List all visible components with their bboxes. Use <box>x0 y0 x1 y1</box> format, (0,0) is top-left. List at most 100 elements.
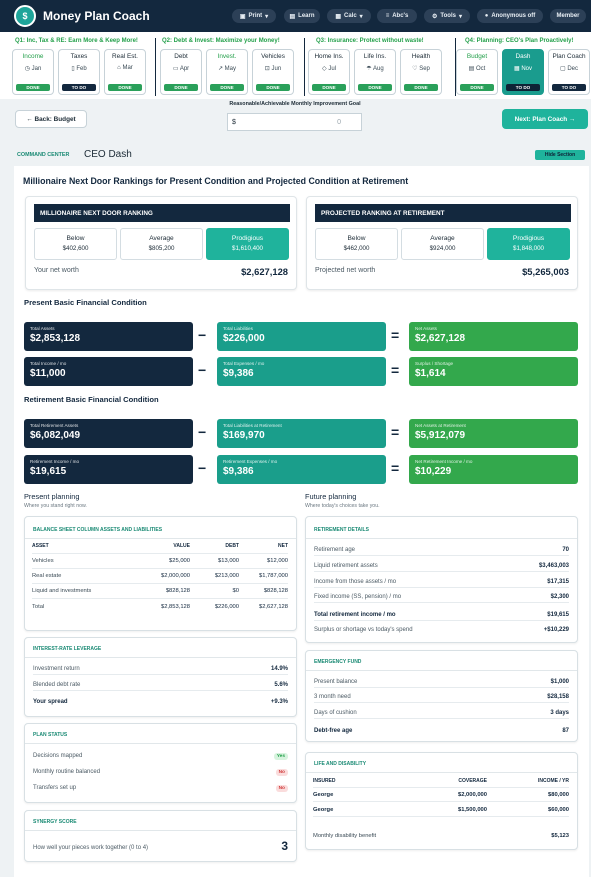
retirement-net-assets-box: Net Assets at Retirement $5,912,079 <box>409 419 578 448</box>
future-planning-title: Future planning <box>305 492 357 501</box>
table-row: George $1,500,000 $60,000 <box>313 803 569 817</box>
net-retirement-income-box: Net Retirement Income / mo $10,229 <box>409 455 578 484</box>
calc-menu-button[interactable]: ▦ Calc ▾ <box>327 9 371 23</box>
car-icon: ⊡ <box>264 66 270 72</box>
month-tile-health[interactable]: Health ♡ Sep DONE <box>400 49 442 95</box>
retirement-expenses-box: Retirement Expenses / mo $9,386 <box>217 455 386 484</box>
status-badge: TO DO <box>62 84 96 91</box>
total-income-box: Total Income / mo $11,000 <box>24 357 193 386</box>
learn-button[interactable]: ▤ Learn <box>284 9 320 23</box>
equals-operator: = <box>391 460 400 476</box>
retirement-income-box: Retirement Income / mo $19,615 <box>24 455 193 484</box>
anonymous-toggle[interactable]: ● Anonymous off <box>477 9 543 23</box>
house-icon: ⌂ <box>117 65 121 71</box>
minus-operator: − <box>198 424 207 440</box>
status-badge: DONE <box>256 84 290 91</box>
month-tile-vehicles[interactable]: Vehicles ⊡ Jun DONE <box>252 49 294 95</box>
leverage-card: INTEREST-RATE LEVERAGE Investment return… <box>24 637 297 717</box>
month-tile-real-estate[interactable]: Real Est. ⌂ Mar DONE <box>104 49 146 95</box>
total-expenses-box: Total Expenses / mo $9,386 <box>217 357 386 386</box>
month-tile-budget[interactable]: Budget ▤ Oct DONE <box>456 49 498 95</box>
rank-below: Below $462,000 <box>315 228 398 260</box>
improvement-goal-input[interactable]: $0 <box>227 113 362 131</box>
list-icon: ≡ <box>385 13 390 19</box>
print-menu-button[interactable]: ▣ Print ▾ <box>232 9 276 23</box>
shield-icon: ◇ <box>322 66 327 72</box>
present-ranking-card: MILLIONAIRE NEXT DOOR RANKING Below $402,… <box>25 196 297 290</box>
emergency-fund-card: EMERGENCY FUND Present balance $1,000 3 m… <box>305 650 578 742</box>
app-title: Money Plan Coach <box>43 9 150 23</box>
printer-icon: ▣ <box>239 13 246 20</box>
month-tile-income[interactable]: Income ◷ Jan DONE <box>12 49 54 95</box>
future-planning-subtitle: Where today's choices take you. <box>305 503 380 509</box>
quarter-label-q1: Q1: Inc, Tax & RE: Earn More & Keep More… <box>15 38 138 44</box>
total-assets-box: Total Assets $2,853,128 <box>24 322 193 351</box>
month-tile-home-insurance[interactable]: Home Ins. ◇ Jul DONE <box>308 49 350 95</box>
quarter-label-q2: Q2: Debt & Invest: Maximize your Money! <box>162 38 280 44</box>
document-icon: ▯ <box>71 66 75 72</box>
minus-operator: − <box>198 362 207 378</box>
status-badge: DONE <box>108 84 142 91</box>
trend-icon: ↗ <box>217 66 223 72</box>
tools-menu-button[interactable]: ⚙ Tools ▾ <box>424 9 470 23</box>
book-icon: ▤ <box>289 13 296 20</box>
table-row: George $2,000,000 $80,000 <box>313 788 569 802</box>
present-planning-title: Present planning <box>24 492 80 501</box>
table-row: Liquid and investments $828,128 $0 $828,128 <box>32 584 288 599</box>
disability-benefit-row: Monthly disability benefit $5,123 <box>313 832 569 839</box>
page-title: CEO Dash <box>84 149 132 160</box>
logo-icon: $ <box>14 5 36 27</box>
goal-label: Reasonable/Achievable Monthly Improvemen… <box>229 101 361 107</box>
status-badge: No <box>275 768 288 776</box>
abcs-button[interactable]: ≡ Abc's <box>377 9 417 23</box>
dot-icon: ● <box>484 13 489 19</box>
gear-icon: ⚙ <box>432 13 438 20</box>
retirement-details-card: RETIREMENT DETAILS Retirement age 70 Liqu… <box>305 516 578 643</box>
hide-section-button[interactable]: Hide Section <box>535 150 585 160</box>
calculator-icon: ▦ <box>335 13 341 20</box>
table-row-total: Total $2,853,128 $226,000 $2,627,128 <box>32 603 288 610</box>
table-header: ASSET VALUE DEBT NET <box>32 539 288 554</box>
table-row: Vehicles $25,000 $13,000 $12,000 <box>32 554 288 569</box>
umbrella-icon: ☂ <box>366 66 372 72</box>
status-badge: DONE <box>460 84 494 91</box>
retirement-condition-title: Retirement Basic Financial Condition <box>24 395 159 404</box>
chat-icon: ▢ <box>559 66 566 72</box>
status-badge: DONE <box>16 84 50 91</box>
equals-operator: = <box>391 327 400 343</box>
equals-operator: = <box>391 424 400 440</box>
month-tile-debt[interactable]: Debt ▭ Apr DONE <box>160 49 202 95</box>
status-badge: TO DO <box>506 84 540 91</box>
rank-average: Average $805,200 <box>120 228 203 260</box>
calendar-icon: ▭ <box>172 66 179 72</box>
synergy-score-value: 3 <box>281 839 288 853</box>
synergy-score-card: SYNERGY SCORE How well your pieces work … <box>24 810 297 862</box>
next-plan-coach-button[interactable]: Next: Plan Coach → <box>502 109 588 129</box>
month-tile-invest[interactable]: Invest. ↗ May DONE <box>206 49 248 95</box>
minus-operator: − <box>198 327 207 343</box>
rank-prodigious: Prodigious $1,848,000 <box>487 228 570 260</box>
quarter-divider <box>155 38 156 96</box>
present-condition-title: Present Basic Financial Condition <box>24 298 147 307</box>
quarter-divider <box>304 38 305 96</box>
total-liabilities-box: Total Liabilities $226,000 <box>217 322 386 351</box>
rank-below: Below $402,600 <box>34 228 117 260</box>
table-header: INSURED COVERAGE INCOME / YR <box>313 775 569 788</box>
net-worth-value: $2,627,128 <box>241 266 288 277</box>
rankings-title: Millionaire Next Door Rankings for Prese… <box>23 176 409 186</box>
status-badge: DONE <box>164 84 198 91</box>
back-budget-button[interactable]: ← Back: Budget <box>15 110 87 128</box>
quarter-label-q3: Q3: Insurance: Protect without waste! <box>316 38 424 44</box>
month-tile-taxes[interactable]: Taxes ▯ Feb TO DO <box>58 49 100 95</box>
status-badge: DONE <box>404 84 438 91</box>
calendar-icon: ◷ <box>24 66 30 72</box>
month-tile-life-insurance[interactable]: Life Ins. ☂ Aug DONE <box>354 49 396 95</box>
retirement-assets-box: Total Retirement Assets $6,082,049 <box>24 419 193 448</box>
month-tile-plan-coach[interactable]: Plan Coach ▢ Dec TO DO <box>548 49 590 95</box>
status-badge: DONE <box>210 84 244 91</box>
table-row: Real estate $2,000,000 $213,000 $1,787,000 <box>32 569 288 584</box>
status-badge: DONE <box>312 84 346 91</box>
equals-operator: = <box>391 362 400 378</box>
month-tile-dash[interactable]: Dash ▦ Nov TO DO <box>502 49 544 95</box>
member-button[interactable]: Member <box>550 9 586 23</box>
